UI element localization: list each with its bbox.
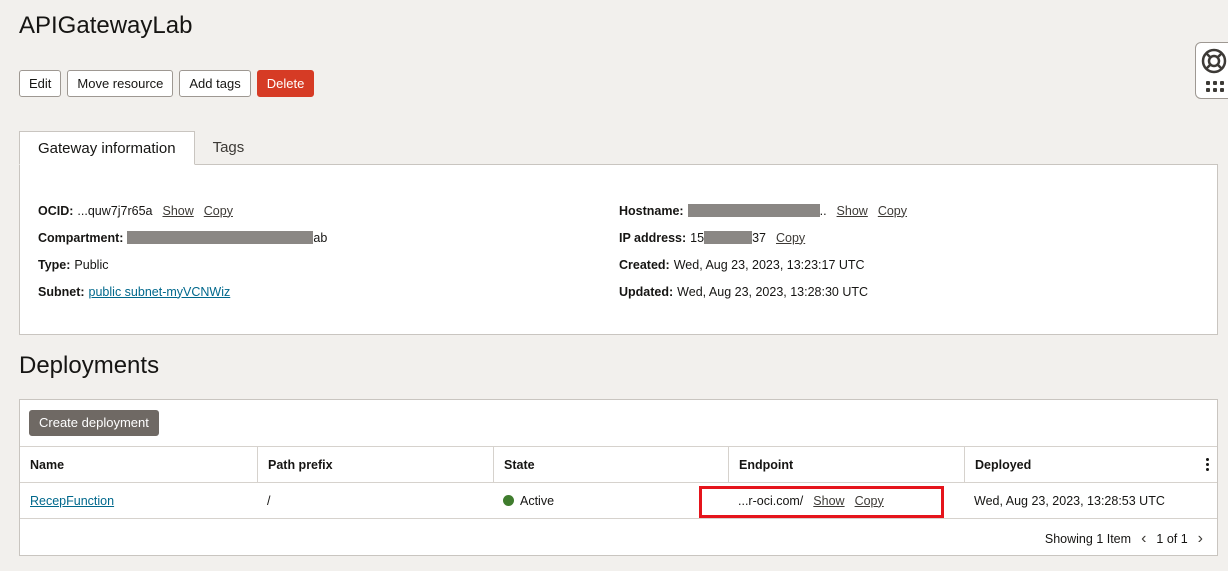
column-header-deployed[interactable]: Deployed: [964, 447, 1217, 482]
subnet-label: Subnet:: [38, 284, 85, 299]
apps-grid-icon[interactable]: [1206, 81, 1224, 92]
ip-address-redaction: [704, 231, 753, 244]
edit-button[interactable]: Edit: [19, 70, 62, 97]
compartment-label: Compartment:: [38, 230, 124, 245]
updated-value: Wed, Aug 23, 2023, 13:28:30 UTC: [677, 284, 869, 299]
hostname-show-link[interactable]: Show: [837, 204, 868, 218]
tab-gateway-information[interactable]: Gateway information: [19, 131, 195, 165]
tab-tags[interactable]: Tags: [195, 131, 263, 165]
ocid-copy-link[interactable]: Copy: [204, 204, 233, 218]
ocid-label: OCID:: [38, 203, 74, 218]
column-header-state[interactable]: State: [493, 447, 728, 482]
ip-address-label: IP address:: [619, 230, 687, 245]
gateway-information-panel: OCID: ...quw7j7r65a Show Copy Compartmen…: [19, 164, 1218, 335]
created-label: Created:: [619, 257, 670, 272]
column-header-name[interactable]: Name: [20, 447, 257, 482]
active-status-icon: [503, 495, 514, 506]
ocid-row: OCID: ...quw7j7r65a Show Copy: [38, 197, 327, 224]
ocid-show-link[interactable]: Show: [162, 204, 193, 218]
page-indicator: 1 of 1: [1156, 532, 1188, 546]
type-label: Type:: [38, 257, 71, 272]
add-tags-button[interactable]: Add tags: [179, 70, 251, 97]
updated-label: Updated:: [619, 284, 674, 299]
table-header: Name Path prefix State Endpoint Deployed: [20, 446, 1217, 483]
ip-address-prefix: 15: [690, 230, 705, 245]
hostname-label: Hostname:: [619, 203, 684, 218]
ip-address-suffix: 37: [752, 230, 766, 245]
deployed-value: Wed, Aug 23, 2023, 13:28:53 UTC: [974, 493, 1165, 508]
deployments-table-panel: Create deployment Name Path prefix State…: [19, 399, 1218, 556]
created-row: Created: Wed, Aug 23, 2023, 13:23:17 UTC: [619, 251, 907, 278]
type-value: Public: [74, 257, 109, 272]
created-value: Wed, Aug 23, 2023, 13:23:17 UTC: [673, 257, 865, 272]
compartment-redaction: [127, 231, 314, 244]
state-cell: Active: [493, 483, 728, 518]
create-deployment-button[interactable]: Create deployment: [29, 410, 159, 436]
subnet-row: Subnet: public subnet-myVCNWiz: [38, 278, 327, 305]
hostname-value-suffix: ..: [819, 203, 827, 218]
updated-row: Updated: Wed, Aug 23, 2023, 13:28:30 UTC: [619, 278, 907, 305]
next-page-icon[interactable]: ›: [1198, 530, 1203, 548]
deployments-table: Name Path prefix State Endpoint Deployed…: [20, 446, 1217, 519]
path-prefix-value: /: [267, 493, 271, 508]
action-toolbar: Edit Move resource Add tags Delete: [19, 70, 315, 97]
table-row: RecepFunction / Active ...r-oci.com/ Sho…: [20, 458, 1217, 519]
ocid-value: ...quw7j7r65a: [77, 203, 153, 218]
compartment-value-suffix: ab: [313, 230, 328, 245]
hostname-copy-link[interactable]: Copy: [878, 204, 907, 218]
hostname-redaction: [687, 204, 820, 217]
ip-address-row: IP address: 15 37 Copy: [619, 224, 907, 251]
deployments-title: Deployments: [19, 352, 160, 379]
column-header-path-prefix[interactable]: Path prefix: [257, 447, 493, 482]
delete-button[interactable]: Delete: [256, 70, 315, 97]
detail-tabs: Gateway information Tags: [19, 131, 262, 165]
column-header-endpoint[interactable]: Endpoint: [728, 447, 964, 482]
subnet-link[interactable]: public subnet-myVCNWiz: [89, 285, 231, 299]
compartment-row: Compartment: ab: [38, 224, 327, 251]
help-widget[interactable]: [1195, 42, 1228, 99]
hostname-row: Hostname: .. Show Copy: [619, 197, 907, 224]
showing-count: Showing 1 Item: [1044, 532, 1132, 546]
move-resource-button[interactable]: Move resource: [67, 70, 174, 97]
pagination: Showing 1 Item ‹ 1 of 1 ›: [1045, 530, 1203, 548]
state-value: Active: [520, 493, 555, 508]
row-actions-menu-icon[interactable]: [1206, 458, 1209, 473]
page-title: APIGatewayLab: [19, 12, 193, 39]
ip-address-copy-link[interactable]: Copy: [776, 231, 805, 245]
endpoint-highlight-box: [699, 486, 944, 518]
deployment-name-link[interactable]: RecepFunction: [30, 494, 114, 508]
previous-page-icon[interactable]: ‹: [1141, 530, 1146, 548]
type-row: Type: Public: [38, 251, 327, 278]
endpoint-cell: ...r-oci.com/ Show Copy: [699, 483, 964, 518]
lifebuoy-icon[interactable]: [1201, 48, 1227, 74]
